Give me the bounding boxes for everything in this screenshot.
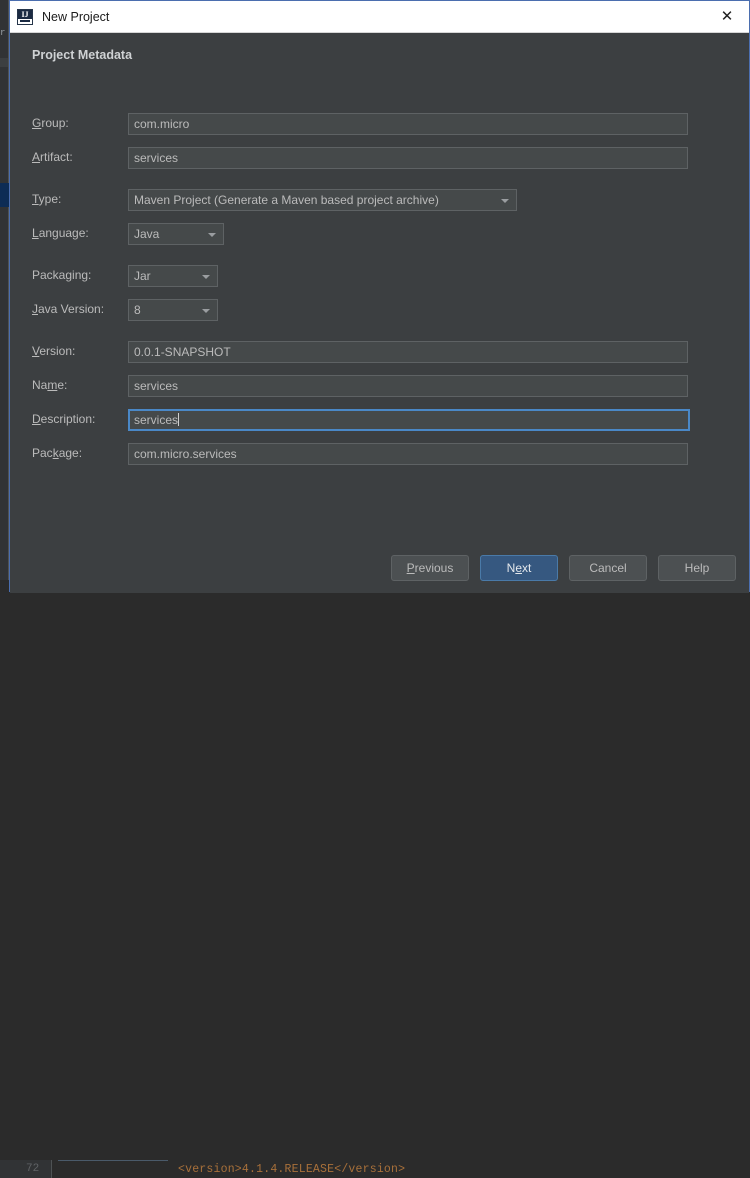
label-java-version: Java Version: (32, 302, 105, 316)
combo-packaging[interactable]: Jar (128, 265, 218, 287)
label-name: Name: (32, 378, 68, 392)
intellij-idea-icon-letters: IJ (21, 9, 29, 19)
chevron-down-icon[interactable] (208, 233, 216, 237)
label-packaging: Packaging: (32, 268, 92, 282)
help-button[interactable]: Help (658, 555, 736, 581)
input-value-artifact: services (134, 151, 179, 165)
combo-type[interactable]: Maven Project (Generate a Maven based pr… (128, 189, 517, 211)
input-value-group: com.micro (134, 117, 190, 131)
ide-left-tool-tab[interactable] (0, 183, 9, 207)
help-button-label: Help (684, 561, 710, 575)
ide-line-number: 72 (26, 1163, 40, 1175)
ide-left-toolwindow-strip (0, 0, 9, 598)
input-package[interactable]: com.micro.services (128, 443, 688, 465)
input-value-description: services (134, 413, 179, 427)
ide-fold-indicator (58, 1160, 168, 1161)
dialog-title: New Project (42, 9, 110, 24)
text-caret (178, 413, 180, 426)
combo-value-type: Maven Project (Generate a Maven based pr… (134, 193, 439, 207)
previous-button[interactable]: Previous (391, 555, 469, 581)
next-button[interactable]: Next (480, 555, 558, 581)
dialog-button-bar: Previous Next Cancel Help (391, 555, 736, 581)
input-value-version: 0.0.1-SNAPSHOT (134, 345, 231, 359)
chevron-down-icon[interactable] (202, 275, 210, 279)
combo-value-packaging: Jar (134, 269, 151, 283)
chevron-down-icon[interactable] (501, 199, 509, 203)
chevron-down-icon[interactable] (202, 309, 210, 313)
dialog-titlebar: IJ New Project ✕ (10, 1, 749, 33)
ide-left-panel-sliver (0, 58, 8, 67)
input-name[interactable]: services (128, 375, 688, 397)
cancel-button-label: Cancel (589, 561, 627, 575)
label-version: Version: (32, 344, 76, 358)
dialog-body: Project Metadata Group: com.micro Artifact… (10, 33, 749, 593)
close-icon[interactable]: ✕ (705, 1, 749, 31)
input-description[interactable]: services (128, 409, 690, 431)
label-type: Type: (32, 192, 62, 206)
combo-language[interactable]: Java (128, 223, 224, 245)
input-value-name: services (134, 379, 179, 393)
intellij-idea-icon: IJ (17, 8, 33, 25)
cancel-button[interactable]: Cancel (569, 555, 647, 581)
input-group[interactable]: com.micro (128, 113, 688, 135)
new-project-dialog: IJ New Project ✕ Project Metadata Group:… (9, 0, 750, 593)
input-value-package: com.micro.services (134, 447, 237, 461)
previous-button-label: Previous (406, 561, 454, 575)
input-artifact[interactable]: services (128, 147, 688, 169)
ide-code-line: <version>4.1.4.RELEASE</version> (178, 1163, 406, 1176)
label-package: Package: (32, 446, 83, 460)
combo-java-version[interactable]: 8 (128, 299, 218, 321)
label-artifact: Artifact: (32, 150, 73, 164)
label-language: Language: (32, 226, 89, 240)
next-button-label: Next (506, 561, 532, 575)
project-metadata-form: Group: com.micro Artifact: services Type: Mav… (10, 33, 749, 593)
input-version[interactable]: 0.0.1-SNAPSHOT (128, 341, 688, 363)
label-description: Description: (32, 412, 96, 426)
combo-value-java-version: 8 (134, 303, 141, 317)
combo-value-language: Java (134, 227, 160, 241)
ide-left-text-sliver: r (0, 28, 6, 38)
label-group: Group: (32, 116, 69, 130)
